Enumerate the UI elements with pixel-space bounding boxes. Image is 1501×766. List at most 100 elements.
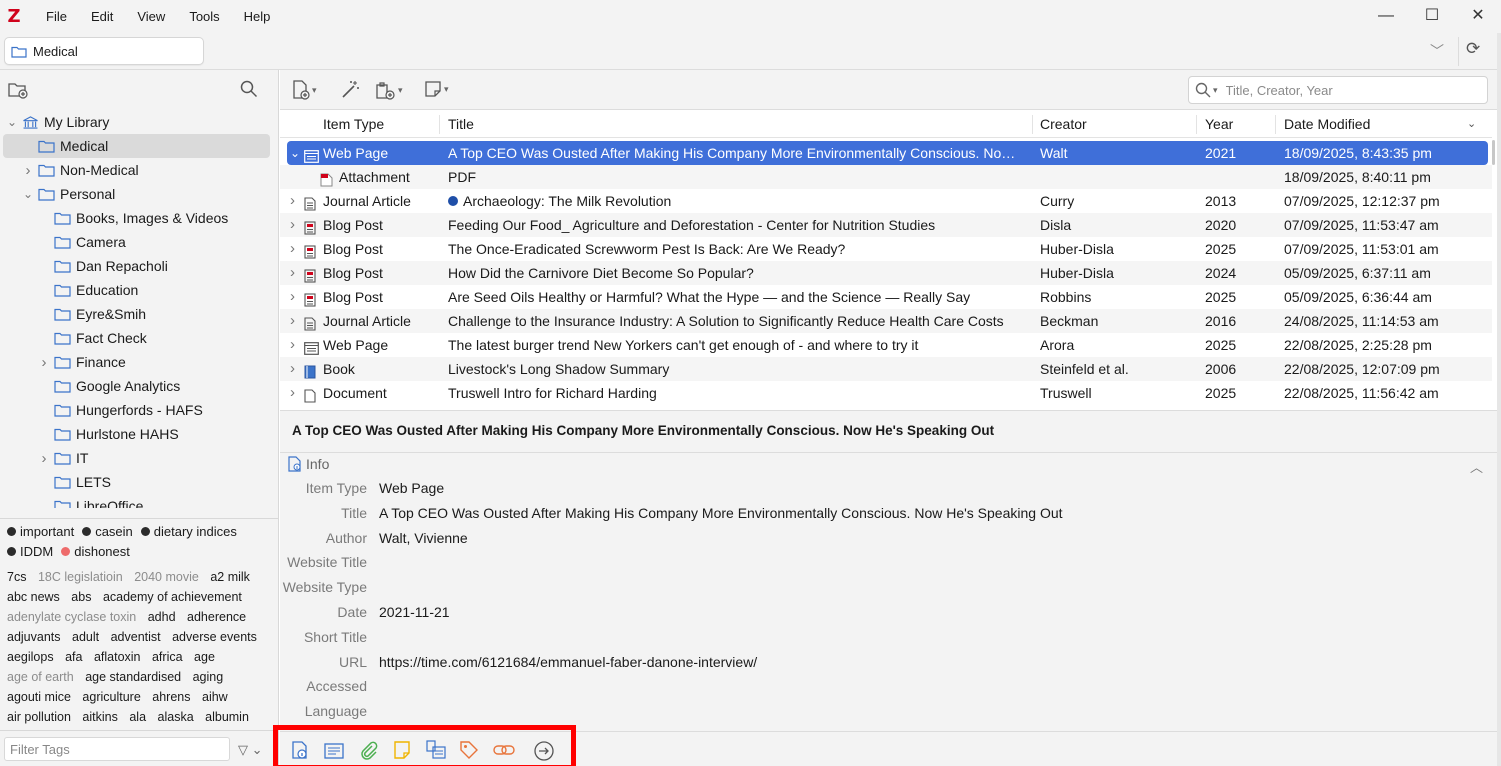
tag[interactable]: academy of achievement <box>103 590 242 604</box>
tag[interactable]: air pollution <box>7 710 71 724</box>
colored-tag[interactable]: dietary indices <box>140 524 237 539</box>
library-tab[interactable]: Medical <box>4 37 204 65</box>
search-input[interactable] <box>1225 82 1476 98</box>
tag[interactable]: adhd <box>148 610 176 624</box>
info-section-header[interactable]: Info <box>288 456 329 472</box>
notes-icon[interactable] <box>393 740 411 760</box>
tag[interactable]: adult <box>72 630 99 644</box>
collection-item[interactable]: › Finance <box>0 350 278 374</box>
tag[interactable]: 2040 movie <box>134 570 199 584</box>
tag[interactable]: agouti mice <box>7 690 71 704</box>
add-by-identifier-button[interactable] <box>340 80 360 100</box>
maximize-button[interactable]: ☐ <box>1409 0 1455 33</box>
collection-item[interactable]: › Non-Medical <box>0 158 278 182</box>
tag[interactable]: aflatoxin <box>94 650 141 664</box>
tabs-menu-chevron-icon[interactable]: ﹀ <box>1430 41 1444 61</box>
sync-icon[interactable]: ⟳ <box>1466 39 1480 59</box>
column-item-type[interactable]: Item Type <box>323 116 384 132</box>
collection-item[interactable]: ⌄ Personal <box>0 182 278 206</box>
chevron-right-icon[interactable]: › <box>290 285 302 309</box>
chevron-right-icon[interactable]: › <box>290 333 302 357</box>
related-link-icon[interactable] <box>493 740 515 760</box>
table-row[interactable]: › Web Page The latest burger trend New Yor… <box>280 333 1492 357</box>
chevron-right-icon[interactable]: › <box>38 450 50 467</box>
chevron-right-icon[interactable]: › <box>290 213 302 237</box>
collection-item[interactable]: Hurlstone HAHS <box>0 422 278 446</box>
column-creator[interactable]: Creator <box>1040 116 1087 132</box>
chevron-down-icon[interactable]: ⌄ <box>290 141 302 165</box>
menu-edit[interactable]: Edit <box>79 0 125 33</box>
chevron-right-icon[interactable]: › <box>290 189 302 213</box>
tag[interactable]: ahrens <box>152 690 190 704</box>
tag-filter-funnel-icon[interactable]: ▽ ⌄ <box>238 742 263 758</box>
table-row[interactable]: › Blog Post How Did the Carnivore Diet Bec… <box>280 261 1492 285</box>
tag[interactable]: albumin <box>205 710 249 724</box>
menu-tools[interactable]: Tools <box>177 0 231 33</box>
tag[interactable]: adverse events <box>172 630 257 644</box>
field-value[interactable]: A Top CEO Was Ousted After Making His Co… <box>379 505 1063 521</box>
tag[interactable]: aegilops <box>7 650 54 664</box>
table-row[interactable]: › Blog Post Are Seed Oils Healthy or Harmf… <box>280 285 1492 309</box>
table-row[interactable]: › Blog Post The Once-Eradicated Screwworm … <box>280 237 1492 261</box>
tag[interactable]: aitkins <box>82 710 117 724</box>
tag[interactable]: a2 milk <box>210 570 250 584</box>
table-row[interactable]: › Journal Article Archaeology: The Milk Re… <box>280 189 1492 213</box>
collection-item[interactable]: › IT <box>0 446 278 470</box>
chevron-right-icon[interactable]: › <box>290 261 302 285</box>
table-row[interactable]: › Book Livestock's Long Shadow Summary Stei… <box>280 357 1492 381</box>
chevron-right-icon[interactable]: › <box>290 357 302 381</box>
close-button[interactable]: ✕ <box>1455 0 1501 33</box>
colored-tag[interactable]: casein <box>82 524 133 539</box>
tag[interactable]: alaska <box>158 710 194 724</box>
collapse-chevron-icon[interactable]: ︿ <box>1470 457 1483 476</box>
tag[interactable]: adventist <box>111 630 161 644</box>
sort-chevron-icon[interactable]: ⌄ <box>1467 117 1476 130</box>
tags-icon[interactable] <box>459 740 479 760</box>
table-row[interactable]: ⌄ Web Page A Top CEO Was Ousted After Maki… <box>287 141 1488 165</box>
tag[interactable]: afa <box>65 650 82 664</box>
tag[interactable]: adjuvants <box>7 630 61 644</box>
field-value[interactable]: https://time.com/6121684/emmanuel-faber-… <box>379 654 757 670</box>
tag[interactable]: 7cs <box>7 570 26 584</box>
field-value[interactable]: Web Page <box>379 480 444 496</box>
tag[interactable]: ala <box>129 710 146 724</box>
colored-tag[interactable]: dishonest <box>61 544 130 559</box>
table-row[interactable]: Attachment PDF 18/09/2025, 8:40:11 pm <box>280 165 1492 189</box>
libraries-collections-icon[interactable] <box>425 740 447 760</box>
abstract-icon[interactable] <box>324 743 344 759</box>
info-icon[interactable] <box>291 740 309 760</box>
tag[interactable]: adherence <box>187 610 246 624</box>
search-mode-chevron-icon[interactable]: ▾ <box>1213 85 1218 96</box>
chevron-right-icon[interactable]: › <box>38 354 50 371</box>
tag[interactable]: aging <box>193 670 224 684</box>
column-year[interactable]: Year <box>1205 116 1233 132</box>
menu-file[interactable]: File <box>34 0 79 33</box>
locate-arrow-icon[interactable] <box>533 740 555 762</box>
filter-tags-input[interactable] <box>4 737 230 761</box>
collection-item[interactable]: Camera <box>0 230 278 254</box>
tag[interactable]: abs <box>71 590 91 604</box>
column-title[interactable]: Title <box>448 116 474 132</box>
attachments-paperclip-icon[interactable] <box>358 740 378 760</box>
table-row[interactable]: › Journal Article Challenge to the Insuran… <box>280 309 1492 333</box>
table-row[interactable]: › Document Truswell Intro for Richard Hard… <box>280 381 1492 405</box>
collection-item[interactable]: Dan Repacholi <box>0 254 278 278</box>
search-icon[interactable] <box>1195 82 1211 98</box>
chevron-down-icon[interactable]: ⌄ <box>6 115 18 129</box>
tag[interactable]: age <box>194 650 215 664</box>
tag[interactable]: agriculture <box>82 690 140 704</box>
field-value[interactable]: 2021-11-21 <box>379 604 450 620</box>
chevron-right-icon[interactable]: › <box>290 237 302 261</box>
collection-item[interactable]: LibreOffice <box>0 494 278 508</box>
tag[interactable]: 18C legislatioin <box>38 570 123 584</box>
collection-item[interactable]: Eyre&Smih <box>0 302 278 326</box>
colored-tag[interactable]: IDDM <box>7 544 53 559</box>
tag[interactable]: aihw <box>202 690 228 704</box>
new-item-button[interactable]: ▾ <box>292 80 317 100</box>
chevron-right-icon[interactable]: › <box>290 381 302 405</box>
tag[interactable]: age standardised <box>85 670 181 684</box>
tag[interactable]: adenylate cyclase toxin <box>7 610 136 624</box>
menu-view[interactable]: View <box>125 0 177 33</box>
column-date-modified[interactable]: Date Modified <box>1284 116 1370 132</box>
collection-item[interactable]: Google Analytics <box>0 374 278 398</box>
